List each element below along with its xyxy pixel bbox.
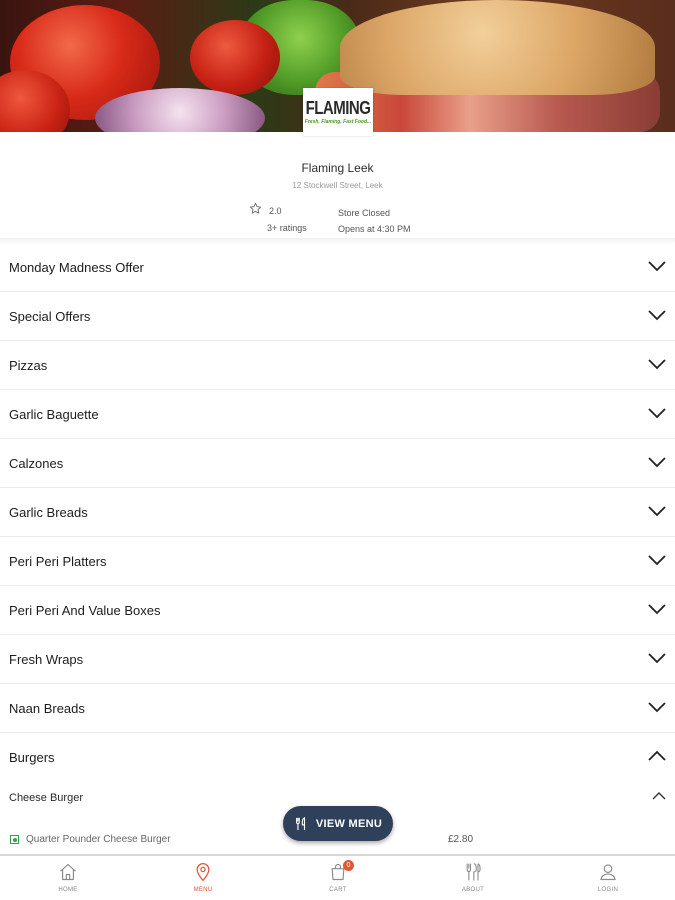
- nav-label: CART: [329, 887, 347, 893]
- veg-indicator-icon: [10, 835, 19, 844]
- category-label: Special Offers: [9, 308, 91, 324]
- cart-count-badge: 0: [343, 860, 354, 871]
- subcategory-label: Cheese Burger: [9, 792, 83, 804]
- chevron-down-icon: [648, 457, 666, 468]
- store-name: Flaming Leek: [301, 161, 374, 175]
- store-status: Store Closed: [338, 208, 391, 218]
- star-icon: [249, 202, 262, 214]
- chevron-down-icon: [648, 506, 666, 517]
- nav-label: LOGIN: [597, 887, 619, 893]
- category-label: Pizzas: [9, 357, 48, 373]
- store-opening-time: Opens at 4:30 PM: [338, 224, 411, 234]
- nav-label: ABOUT: [461, 887, 485, 893]
- bottom-navigation: HOME MENU 0 CART ABOUT LOGIN: [0, 854, 675, 900]
- location-pin-icon: [196, 863, 210, 882]
- category-garlic-baguette[interactable]: Garlic Baguette: [0, 390, 675, 439]
- rating-count: 3+ ratings: [267, 223, 307, 233]
- category-label: Garlic Baguette: [9, 406, 99, 422]
- nav-about[interactable]: ABOUT: [443, 862, 503, 900]
- category-label: Calzones: [9, 455, 64, 471]
- chevron-down-icon: [648, 555, 666, 566]
- category-fresh-wraps[interactable]: Fresh Wraps: [0, 635, 675, 684]
- fork-knife-icon: [295, 816, 305, 830]
- chevron-down-icon: [648, 653, 666, 664]
- view-menu-button[interactable]: VIEW MENU: [283, 806, 393, 841]
- category-label: Peri Peri Platters: [9, 553, 107, 569]
- category-naan-breads[interactable]: Naan Breads: [0, 684, 675, 733]
- menu-category-list: Monday Madness Offer Special Offers Pizz…: [0, 243, 675, 782]
- chevron-down-icon: [648, 702, 666, 713]
- category-label: Fresh Wraps: [9, 651, 84, 667]
- nav-login[interactable]: LOGIN: [578, 862, 638, 900]
- chevron-down-icon: [648, 359, 666, 370]
- chevron-down-icon: [648, 261, 666, 272]
- category-label: Naan Breads: [9, 700, 85, 716]
- store-logo: FLAMING Fresh, Flaming, Fast Food...: [303, 88, 373, 136]
- nav-label: MENU: [193, 887, 213, 893]
- chevron-up-icon: [652, 792, 666, 800]
- chevron-down-icon: [648, 408, 666, 419]
- category-burgers[interactable]: Burgers: [0, 733, 675, 782]
- logo-tagline: Fresh, Flaming, Fast Food...: [304, 118, 372, 125]
- home-icon: [60, 863, 76, 881]
- category-peri-peri-and-value-boxes[interactable]: Peri Peri And Value Boxes: [0, 586, 675, 635]
- category-monday-madness-offer[interactable]: Monday Madness Offer: [0, 243, 675, 292]
- item-price: £2.80: [448, 834, 474, 845]
- logo-text: FLAMING: [305, 97, 371, 119]
- category-label: Burgers: [9, 750, 55, 765]
- category-label: Monday Madness Offer: [9, 259, 144, 275]
- user-icon: [600, 864, 616, 881]
- chevron-up-icon: [648, 750, 666, 761]
- category-label: Garlic Breads: [9, 504, 88, 520]
- category-peri-peri-platters[interactable]: Peri Peri Platters: [0, 537, 675, 586]
- store-address: 12 Stockwell Street, Leek: [292, 181, 383, 190]
- category-label: Peri Peri And Value Boxes: [9, 602, 161, 618]
- nav-home[interactable]: HOME: [38, 862, 98, 900]
- category-garlic-breads[interactable]: Garlic Breads: [0, 488, 675, 537]
- view-menu-label: VIEW MENU: [315, 817, 383, 830]
- nav-cart[interactable]: 0 CART: [308, 860, 368, 900]
- rating-value: 2.0: [269, 206, 282, 216]
- utensils-icon: [466, 863, 481, 881]
- chevron-down-icon: [648, 310, 666, 321]
- category-calzones[interactable]: Calzones: [0, 439, 675, 488]
- item-name: Quarter Pounder Cheese Burger: [26, 834, 171, 845]
- category-special-offers[interactable]: Special Offers: [0, 292, 675, 341]
- nav-label: HOME: [58, 887, 78, 893]
- category-pizzas[interactable]: Pizzas: [0, 341, 675, 390]
- chevron-down-icon: [648, 604, 666, 615]
- nav-menu[interactable]: MENU: [173, 862, 233, 900]
- store-status-block: Store Closed Opens at 4:30 PM: [338, 205, 411, 237]
